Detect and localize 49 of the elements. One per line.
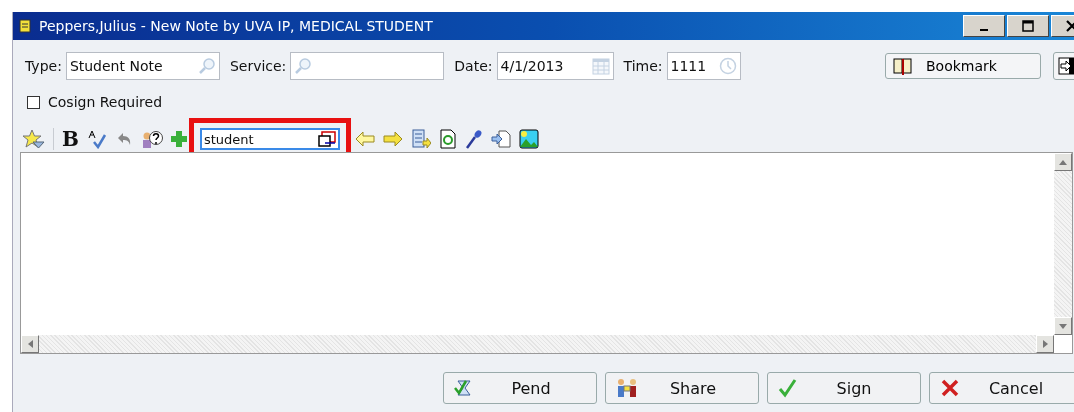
right-arrow-icon bbox=[1042, 340, 1048, 348]
bookmark-button[interactable]: Bookmark bbox=[885, 53, 1041, 79]
field-label: Date: bbox=[454, 58, 493, 74]
refresh-document-icon[interactable] bbox=[438, 129, 457, 149]
template-field[interactable]: student bbox=[199, 128, 340, 150]
import-icon[interactable] bbox=[490, 130, 511, 148]
cancel-button[interactable]: Cancel bbox=[929, 372, 1074, 404]
left-arrow-icon[interactable] bbox=[354, 131, 375, 147]
bold-button[interactable]: B bbox=[62, 127, 79, 151]
book-icon bbox=[892, 57, 914, 75]
vertical-scrollbar[interactable] bbox=[1054, 153, 1072, 335]
help-person-icon[interactable] bbox=[140, 129, 163, 149]
input-field[interactable]: 4/1/2013 bbox=[496, 52, 614, 80]
windows-icon[interactable] bbox=[317, 131, 336, 147]
field-label: Type: bbox=[25, 58, 62, 74]
scroll-up-button[interactable] bbox=[1054, 153, 1072, 171]
spellcheck-icon[interactable] bbox=[86, 129, 107, 149]
minimize-icon bbox=[980, 29, 988, 31]
list-arrow-icon[interactable] bbox=[410, 129, 431, 149]
input-field[interactable]: Student Note bbox=[65, 52, 220, 80]
people-icon bbox=[616, 378, 638, 398]
right-arrow-icon[interactable] bbox=[382, 131, 403, 147]
down-arrow-icon bbox=[1059, 323, 1067, 329]
window-title: Peppers,Julius - New Note by UVA IP, MEDICAL STUDENT bbox=[39, 18, 433, 34]
checkbox[interactable] bbox=[27, 95, 40, 109]
microphone-icon[interactable] bbox=[464, 129, 483, 149]
field-label: Time: bbox=[623, 58, 663, 74]
field-label: Service: bbox=[229, 58, 287, 74]
x-icon bbox=[940, 378, 960, 398]
sign-button[interactable]: Sign bbox=[767, 372, 921, 404]
maximize-button[interactable] bbox=[1007, 15, 1049, 37]
plus-icon[interactable] bbox=[170, 130, 187, 148]
note-icon bbox=[19, 19, 31, 33]
up-arrow-icon bbox=[1059, 159, 1067, 165]
scroll-right-button[interactable] bbox=[1036, 335, 1054, 353]
horizontal-scrollbar[interactable] bbox=[21, 335, 1054, 353]
share-button[interactable]: Share bbox=[605, 372, 759, 404]
checkmark-icon bbox=[778, 378, 798, 398]
scroll-down-button[interactable] bbox=[1054, 317, 1072, 335]
image-icon[interactable] bbox=[518, 129, 539, 149]
input-field[interactable] bbox=[290, 52, 445, 80]
star-icon[interactable] bbox=[23, 129, 45, 149]
minimize-button[interactable] bbox=[963, 15, 1005, 37]
scroll-left-button[interactable] bbox=[21, 335, 39, 353]
checkbox-label: Cosign Required bbox=[48, 94, 163, 110]
input-field[interactable]: 1111 bbox=[666, 52, 741, 80]
maximize-icon bbox=[1022, 20, 1034, 32]
left-arrow-icon bbox=[27, 340, 33, 348]
pend-button[interactable]: Pend bbox=[443, 372, 597, 404]
